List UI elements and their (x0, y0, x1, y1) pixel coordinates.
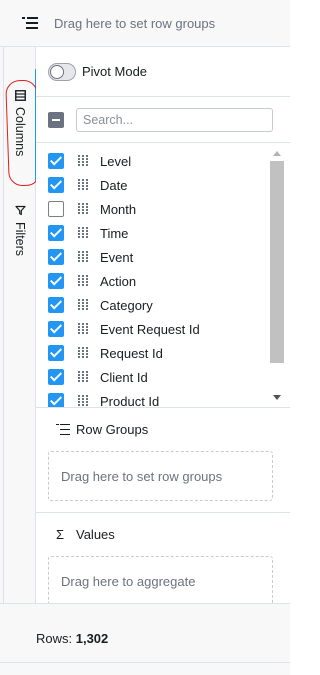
column-item[interactable]: Product Id (36, 389, 270, 407)
row-groups-header: Row Groups (56, 422, 148, 437)
tab-filters-label: Filters (13, 222, 27, 257)
column-checkbox[interactable] (48, 345, 64, 361)
scroll-down-arrow-icon[interactable] (273, 395, 281, 400)
sigma-icon: Σ (56, 526, 65, 542)
column-checkbox[interactable] (48, 393, 64, 407)
divider (0, 662, 290, 663)
column-item[interactable]: Action (36, 269, 270, 293)
drag-handle-icon[interactable] (78, 251, 90, 263)
drag-handle-icon[interactable] (78, 323, 90, 335)
scrollbar-thumb[interactable] (270, 161, 284, 363)
row-count: Rows: 1,302 (36, 631, 108, 646)
column-label: Level (100, 153, 132, 169)
select-all-checkbox[interactable] (48, 111, 64, 128)
column-label: Date (100, 177, 128, 193)
grid-app: Drag here to set row groups Columns Filt… (0, 0, 290, 675)
row-groups-section: Row Groups Drag here to set row groups (36, 407, 290, 513)
column-label: Event Request Id (100, 321, 200, 337)
drag-handle-icon[interactable] (78, 371, 90, 383)
column-checkbox[interactable] (48, 297, 64, 313)
row-group-drop-bar[interactable]: Drag here to set row groups (0, 0, 290, 47)
row-count-value: 1,302 (75, 631, 109, 646)
scroll-up-arrow-icon[interactable] (273, 151, 281, 156)
column-filter-row (36, 97, 290, 142)
status-bar: Rows: 1,302 (0, 603, 290, 675)
row-group-icon (56, 423, 70, 436)
drag-handle-icon[interactable] (78, 275, 90, 287)
column-checkbox[interactable] (48, 249, 64, 265)
values-drop-zone[interactable]: Drag here to aggregate (48, 556, 273, 606)
column-label: Client Id (100, 369, 148, 385)
column-item[interactable]: Request Id (36, 341, 270, 365)
column-checkbox[interactable] (48, 177, 64, 193)
column-label: Time (100, 225, 129, 241)
column-item[interactable]: Month (36, 197, 270, 221)
values-header: Σ Values (56, 527, 115, 542)
column-checkbox[interactable] (48, 369, 64, 385)
column-search-input[interactable] (76, 107, 273, 132)
pivot-mode-toggle[interactable] (48, 62, 76, 81)
pivot-mode-row: Pivot Mode (36, 47, 290, 97)
drag-handle-icon[interactable] (78, 227, 90, 239)
column-label: Product Id (100, 393, 160, 408)
column-checkbox[interactable] (48, 321, 64, 337)
column-item[interactable]: Event Request Id (36, 317, 270, 341)
drag-handle-icon[interactable] (78, 299, 90, 311)
drag-handle-icon[interactable] (78, 203, 90, 215)
columns-tool-panel: Pivot Mode Level Date Month Time Event Action… (36, 47, 290, 606)
column-item[interactable]: Category (36, 293, 270, 317)
column-list: Level Date Month Time Event Action Category Eve… (36, 142, 290, 407)
drag-handle-icon[interactable] (78, 155, 90, 167)
column-item[interactable]: Time (36, 221, 270, 245)
row-groups-drop-text: Drag here to set row groups (61, 468, 223, 484)
values-drop-text: Drag here to aggregate (61, 573, 196, 589)
drag-handle-icon[interactable] (78, 347, 90, 359)
filter-icon (14, 205, 26, 216)
column-label: Month (100, 201, 137, 217)
pivot-mode-label: Pivot Mode (82, 64, 148, 79)
column-item[interactable]: Date (36, 173, 270, 197)
column-item[interactable]: Level (36, 149, 270, 173)
row-groups-drop-zone[interactable]: Drag here to set row groups (48, 451, 273, 501)
column-label: Event (100, 249, 134, 265)
column-checkbox[interactable] (48, 201, 64, 217)
row-group-drop-text: Drag here to set row groups (54, 15, 216, 31)
row-group-icon (22, 16, 38, 30)
column-item[interactable]: Client Id (36, 365, 270, 389)
drag-handle-icon[interactable] (78, 179, 90, 191)
column-checkbox[interactable] (48, 153, 64, 169)
drag-handle-icon[interactable] (78, 395, 90, 407)
column-label: Category (100, 297, 153, 313)
column-checkbox[interactable] (48, 225, 64, 241)
tab-filters[interactable]: Filters (4, 205, 36, 256)
column-label: Request Id (100, 345, 163, 361)
row-groups-label: Row Groups (76, 422, 149, 437)
column-checkbox[interactable] (48, 273, 64, 289)
column-list-scrollbar[interactable] (270, 143, 284, 407)
values-section: Σ Values Drag here to aggregate (36, 513, 290, 606)
column-item[interactable]: Event (36, 245, 270, 269)
row-count-label: Rows: (36, 631, 76, 646)
column-label: Action (100, 273, 137, 289)
values-label: Values (76, 527, 115, 542)
